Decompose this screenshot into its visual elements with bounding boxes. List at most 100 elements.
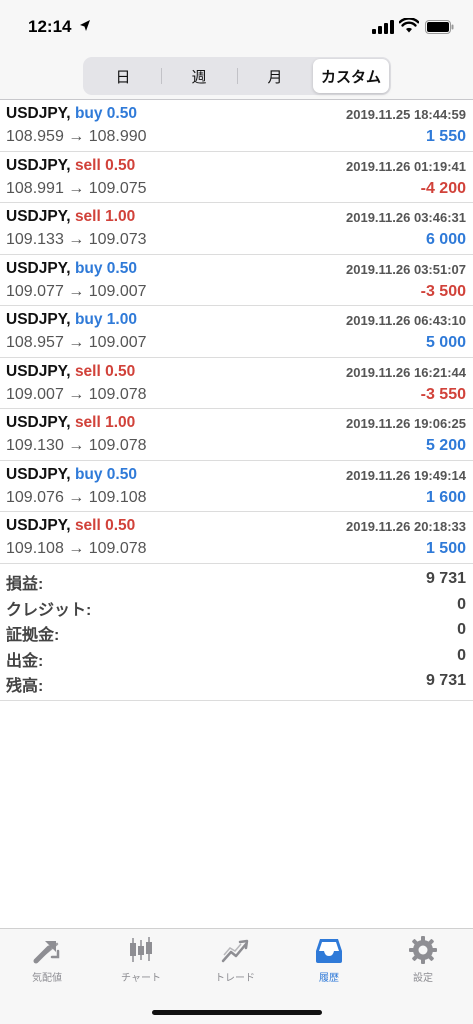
trade-time: 2019.11.26 19:06:25 xyxy=(346,416,466,431)
summary-label: 損益: xyxy=(6,576,44,593)
trade-row[interactable]: USDJPY, sell 1.00 109.133 → 109.073 2019… xyxy=(0,203,473,255)
location-arrow-icon xyxy=(80,20,90,31)
period-header: 日 週 月 カスタム xyxy=(0,52,473,100)
summary-value: 9 731 xyxy=(425,672,466,690)
trade-prices: 109.108 → 109.078 xyxy=(6,540,147,557)
trade-prices: 108.957 → 109.007 xyxy=(6,334,147,351)
summary-value: 0 xyxy=(457,646,466,664)
trade-time: 2019.11.25 18:44:59 xyxy=(346,107,466,122)
cellular-signal-icon xyxy=(372,20,394,34)
trade-symbol: USDJPY, xyxy=(6,156,71,174)
trade-symbol: USDJPY, xyxy=(6,465,71,483)
trade-profit: 1 500 xyxy=(425,540,466,557)
period-tab-label: 日 xyxy=(115,68,131,86)
home-indicator[interactable] xyxy=(152,1010,322,1015)
trade-prices: 109.133 → 109.073 xyxy=(6,231,147,248)
trade-row[interactable]: USDJPY, buy 0.50 109.076 → 109.108 2019.… xyxy=(0,461,473,512)
period-segmented-control: 日 週 月 カスタム xyxy=(83,57,391,95)
tab-settings[interactable]: 設定 xyxy=(376,935,470,987)
tab-label: トレード xyxy=(215,973,255,984)
summary-label: 証拠金: xyxy=(6,627,60,645)
trade-symbol: USDJPY, xyxy=(6,362,71,380)
trade-prices: 109.007 → 109.078 xyxy=(6,385,147,403)
trade-side: buy 0.50 xyxy=(74,259,137,277)
trade-row[interactable]: USDJPY, buy 0.50 108.959 → 108.990 2019.… xyxy=(0,100,473,152)
battery-icon xyxy=(425,20,454,34)
trade-time: 2019.11.26 01:19:41 xyxy=(346,158,466,174)
summary-row-credit: クレジット: 0 xyxy=(0,592,473,619)
trade-line-icon xyxy=(221,939,249,963)
trade-profit: 1 550 xyxy=(425,128,466,145)
trade-symbol: USDJPY, xyxy=(6,311,71,328)
trade-row[interactable]: USDJPY, sell 1.00 109.130 → 109.078 2019… xyxy=(0,409,473,461)
trade-profit: -3 500 xyxy=(420,282,466,300)
trade-side: buy 1.00 xyxy=(74,311,137,328)
summary-label: 出金: xyxy=(6,652,44,670)
trade-symbol-line: USDJPY, sell 0.50 xyxy=(6,363,135,381)
trade-symbol: USDJPY, xyxy=(6,414,71,431)
tab-trade[interactable]: トレード xyxy=(188,935,282,987)
trade-side: sell 1.00 xyxy=(74,208,136,225)
trade-profit: 5 000 xyxy=(425,334,466,351)
trade-row[interactable]: USDJPY, sell 0.50 109.007 → 109.078 2019… xyxy=(0,358,473,409)
tab-label: 設定 xyxy=(413,973,433,984)
trade-side: sell 0.50 xyxy=(74,156,136,174)
period-tab-custom[interactable]: カスタム xyxy=(313,59,389,93)
period-tab-day[interactable]: 日 xyxy=(85,59,161,93)
trade-symbol-line: USDJPY, buy 0.50 xyxy=(6,466,137,484)
history-tray-icon xyxy=(316,939,342,963)
trade-profit: -3 550 xyxy=(420,385,466,403)
trade-time: 2019.11.26 03:51:07 xyxy=(346,261,466,277)
trade-time: 2019.11.26 06:43:10 xyxy=(346,313,466,328)
summary-value: 0 xyxy=(457,621,466,639)
trade-symbol-line: USDJPY, buy 1.00 xyxy=(6,311,137,329)
trade-row[interactable]: USDJPY, sell 0.50 109.108 → 109.078 2019… xyxy=(0,512,473,564)
summary-row-balance: 残高: 9 731 xyxy=(0,668,473,696)
trade-prices: 108.959 → 108.990 xyxy=(6,128,147,145)
trade-prices: 109.077 → 109.007 xyxy=(6,282,147,300)
trade-symbol: USDJPY, xyxy=(6,517,71,534)
trade-prices: 109.076 → 109.108 xyxy=(6,488,147,506)
summary-label: 残高: xyxy=(6,678,44,696)
trade-symbol-line: USDJPY, buy 0.50 xyxy=(6,260,137,278)
tab-quotes[interactable]: 気配値 xyxy=(0,935,94,987)
trade-profit: -4 200 xyxy=(420,179,466,197)
status-bar: 12:14 xyxy=(0,0,473,52)
tab-chart[interactable]: チャート xyxy=(94,935,188,987)
trade-side: sell 0.50 xyxy=(74,362,136,380)
period-tab-week[interactable]: 週 xyxy=(161,59,237,93)
tab-label: 気配値 xyxy=(32,973,62,984)
trade-profit: 5 200 xyxy=(425,437,466,454)
trade-row[interactable]: USDJPY, buy 1.00 108.957 → 109.007 2019.… xyxy=(0,306,473,358)
trade-symbol-line: USDJPY, buy 0.50 xyxy=(6,105,137,123)
trade-profit: 6 000 xyxy=(425,231,466,248)
tab-label: チャート xyxy=(121,973,161,984)
trade-row[interactable]: USDJPY, sell 0.50 108.991 → 109.075 2019… xyxy=(0,152,473,203)
tab-label: 履歴 xyxy=(319,973,339,984)
trade-row[interactable]: USDJPY, buy 0.50 109.077 → 109.007 2019.… xyxy=(0,255,473,306)
trade-side: sell 0.50 xyxy=(74,517,136,534)
summary-row-withdrawal: 出金: 0 xyxy=(0,643,473,670)
gear-icon xyxy=(409,936,437,964)
status-time: 12:14 xyxy=(28,17,72,36)
period-tab-label: 月 xyxy=(267,68,283,86)
trade-side: sell 1.00 xyxy=(74,414,136,431)
trade-symbol: USDJPY, xyxy=(6,208,71,225)
period-tab-label: 週 xyxy=(191,68,207,86)
trade-symbol-line: USDJPY, sell 0.50 xyxy=(6,517,135,535)
trade-prices: 109.130 → 109.078 xyxy=(6,437,147,454)
trade-time: 2019.11.26 16:21:44 xyxy=(346,364,466,380)
trade-symbol-line: USDJPY, sell 0.50 xyxy=(6,157,135,175)
trade-time: 2019.11.26 03:46:31 xyxy=(346,210,466,225)
trade-prices: 108.991 → 109.075 xyxy=(6,179,147,197)
trade-side: buy 0.50 xyxy=(74,465,137,483)
summary-row-profit: 損益: 9 731 xyxy=(0,566,473,593)
quotes-arrows-icon xyxy=(33,941,60,964)
trade-side: buy 0.50 xyxy=(74,105,137,122)
tab-history[interactable]: 履歴 xyxy=(282,935,376,987)
trade-symbol: USDJPY, xyxy=(6,105,71,122)
period-tab-label: カスタム xyxy=(320,68,381,86)
period-tab-month[interactable]: 月 xyxy=(237,59,313,93)
summary-row-margin: 証拠金: 0 xyxy=(0,617,473,645)
account-summary: 損益: 9 731 クレジット: 0 証拠金: 0 出金: 0 残高: 9 73… xyxy=(0,566,473,701)
